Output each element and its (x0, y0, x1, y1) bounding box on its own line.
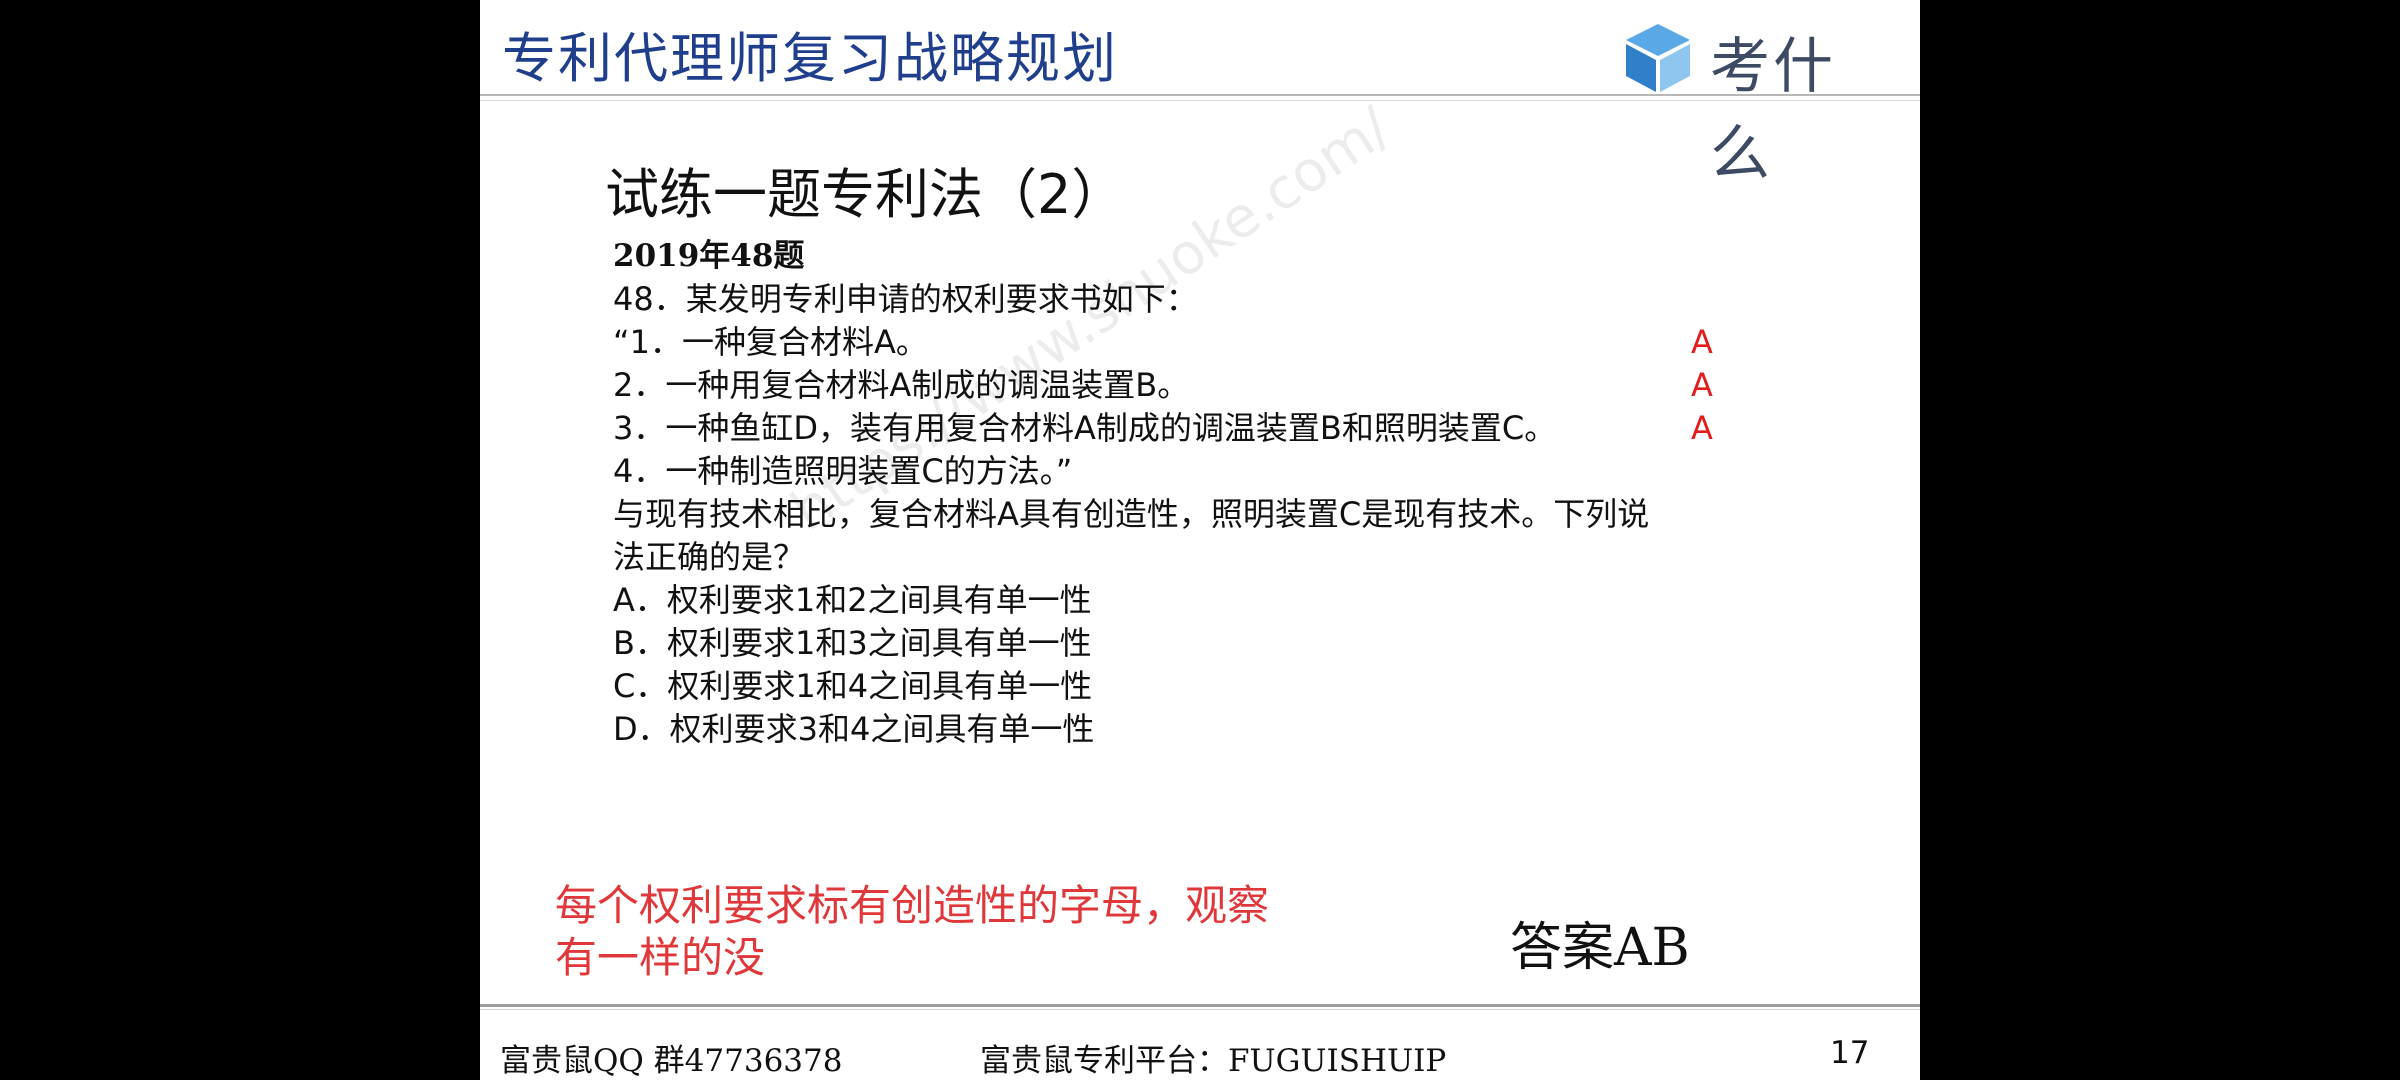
option-b: B．权利要求1和3之间具有单一性 (613, 624, 1092, 662)
claim-line-3: 3．一种鱼缸D，装有用复合材料A制成的调温装置B和照明装置C。 A (613, 407, 1813, 450)
hint-note-line-1: 每个权利要求标有创造性的字母，观察 (555, 881, 1270, 930)
claim-line-1: “1．一种复合材料A。 A (613, 321, 1813, 364)
question-stem-line-1: 与现有技术相比，复合材料A具有创造性，照明装置C是现有技术。下列说 (613, 495, 1650, 533)
claim-mark: A (1691, 409, 1713, 447)
option-d: D．权利要求3和4之间具有单一性 (613, 710, 1095, 748)
brand-logo: 考什么 (1620, 12, 1890, 189)
option-c: C．权利要求1和4之间具有单一性 (613, 667, 1093, 705)
logo-text: 考什么 (1710, 32, 1836, 189)
slide: 专利代理师复习战略规划 考什么 试练一题专利法（2） https://www.s… (480, 0, 1920, 1080)
footer-qq-group: 富贵鼠QQ 群47736378 (500, 1043, 843, 1079)
slide-header-title: 专利代理师复习战略规划 (502, 27, 1118, 90)
question-stem-line-2: 法正确的是？ (613, 538, 806, 576)
question-year: 2019年48题 (613, 238, 805, 274)
footer-platform: 富贵鼠专利平台：FUGUISHUIP (980, 1043, 1447, 1079)
claim-text: 3．一种鱼缸D，装有用复合材料A制成的调温装置B和照明装置C。 (613, 409, 1557, 447)
header-divider (480, 94, 1920, 96)
header-divider-thin (480, 100, 1920, 101)
claim-text: 2．一种用复合材料A制成的调温装置B。 (613, 366, 1190, 404)
hint-note-line-2: 有一样的没 (555, 933, 766, 982)
footer-divider-thin (480, 1009, 1920, 1010)
footer-divider (480, 1004, 1920, 1007)
answer-label: 答案AB (1510, 918, 1690, 978)
hint-note: 每个权利要求标有创造性的字母，观察 有一样的没 (555, 880, 1385, 984)
page-number: 17 (1830, 1035, 1870, 1071)
section-title: 试练一题专利法（2） (605, 163, 1126, 226)
claim-text: 4．一种制造照明装置C的方法。” (613, 452, 1073, 490)
claim-line-4: 4．一种制造照明装置C的方法。” (613, 450, 1813, 493)
claim-text: “1．一种复合材料A。 (613, 323, 928, 361)
cube-logo-icon (1626, 24, 1690, 92)
option-a: A．权利要求1和2之间具有单一性 (613, 581, 1092, 619)
question-block: 2019年48题 48．某发明专利申请的权利要求书如下： “1．一种复合材料A。… (613, 235, 1813, 751)
question-intro: 48．某发明专利申请的权利要求书如下： (613, 280, 1198, 318)
claim-mark: A (1691, 323, 1713, 361)
screen: { "header": { "title": "专利代理师复习战略规划", "l… (0, 0, 2400, 1080)
claim-line-2: 2．一种用复合材料A制成的调温装置B。 A (613, 364, 1813, 407)
claim-mark: A (1691, 366, 1713, 404)
